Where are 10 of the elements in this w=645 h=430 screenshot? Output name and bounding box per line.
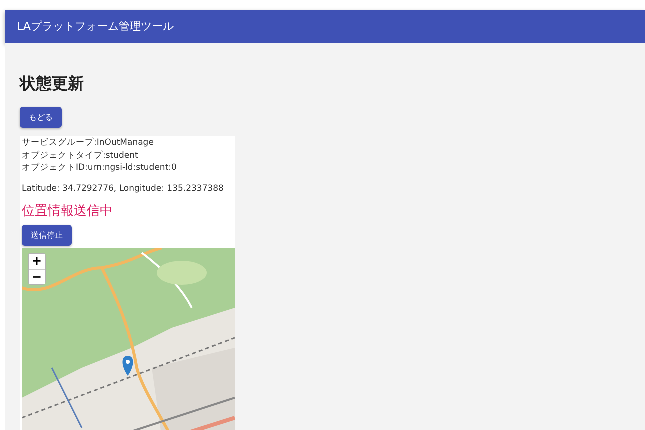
info-line: オブジェクトタイプ:student [22,150,140,162]
status-text: 位置情報送信中 [22,202,114,220]
page-title: 状態更新 [20,75,85,93]
back-button[interactable]: もどる [20,107,62,128]
info-line: サービスグループ:InOutManage [22,137,155,150]
stop-button[interactable]: 送信停止 [22,224,72,246]
app-title: LAプラットフォーム管理ツール [17,19,174,34]
zoom-out-button[interactable]: − [29,268,45,284]
info-line: オブジェクトID:urn:ngsi-ld:student:0 [22,162,178,174]
coordinates-text: Latitude: 34.7292776, Longitude: 135.2337388 [22,182,225,194]
